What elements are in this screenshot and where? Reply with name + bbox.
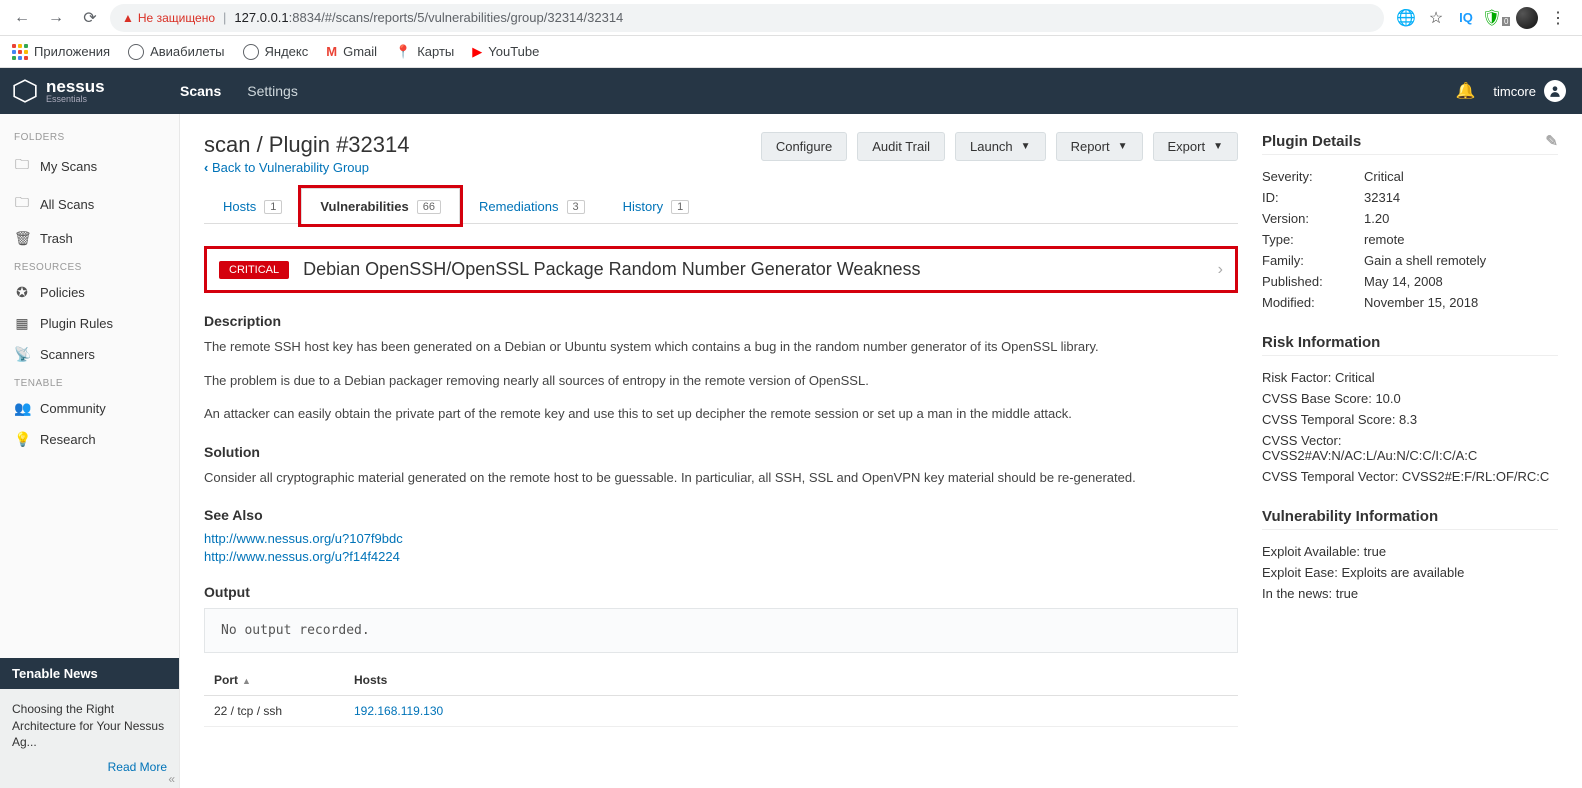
address-bar[interactable]: ▲Не защищено | 127.0.0.1:8834/#/scans/re… <box>110 4 1384 32</box>
user-icon <box>1544 80 1566 102</box>
launch-button[interactable]: Launch▼ <box>955 132 1046 161</box>
sidebar-collapse-icon[interactable]: « <box>168 772 175 786</box>
chevron-down-icon: ▼ <box>1213 141 1223 152</box>
bookmark-gmail[interactable]: MGmail <box>326 44 377 59</box>
tab-vulnerabilities[interactable]: Vulnerabilities66 <box>301 188 460 224</box>
sidebar-item-all-scans[interactable]: 🗀All Scans <box>0 185 179 223</box>
news-read-more[interactable]: Read More <box>12 759 167 776</box>
back-link[interactable]: Back to Vulnerability Group <box>204 160 410 175</box>
sidebar-heading-folders: FOLDERS <box>0 124 179 147</box>
in-the-news: In the news: true <box>1262 586 1558 601</box>
bookmark-avia[interactable]: Авиабилеты <box>128 44 224 60</box>
radar-icon: 📡 <box>14 346 30 363</box>
profile-avatar[interactable] <box>1516 7 1538 29</box>
bookmark-youtube[interactable]: ▶YouTube <box>472 44 539 60</box>
tabs: Hosts1 Vulnerabilities66 Remediations3 H… <box>204 187 1238 224</box>
trash-icon: 🗑 <box>14 230 30 247</box>
sidebar-heading-resources: RESOURCES <box>0 254 179 277</box>
output-box: No output recorded. <box>204 608 1238 653</box>
news-header: Tenable News <box>0 658 179 689</box>
tab-remediations[interactable]: Remediations3 <box>460 188 604 224</box>
output-heading: Output <box>204 584 1238 600</box>
solution-heading: Solution <box>204 444 1238 460</box>
chevron-down-icon: ▼ <box>1118 141 1128 152</box>
bookmarks-bar: Приложения Авиабилеты Яндекс MGmail 📍Кар… <box>0 36 1582 68</box>
sidebar-heading-tenable: TENABLE <box>0 370 179 393</box>
star-icon[interactable]: ☆ <box>1426 8 1446 28</box>
lightbulb-icon: 💡 <box>14 431 30 448</box>
browser-toolbar: ← → ⟳ ▲Не защищено | 127.0.0.1:8834/#/sc… <box>0 0 1582 36</box>
sidebar-item-policies[interactable]: ✪Policies <box>0 277 179 308</box>
vulnerability-header[interactable]: CRITICAL Debian OpenSSH/OpenSSL Package … <box>204 246 1238 293</box>
extension-shield-icon[interactable]: 🛡0 <box>1486 8 1506 28</box>
edit-icon[interactable]: ✎ <box>1545 132 1558 150</box>
cvss-vector: CVSS Vector: CVSS2#AV:N/AC:L/Au:N/C:C/I:… <box>1262 433 1558 463</box>
col-port[interactable]: Port▲ <box>204 665 344 696</box>
bookmark-apps[interactable]: Приложения <box>12 44 110 60</box>
seealso-link-1[interactable]: http://www.nessus.org/u?107f9bdc <box>204 531 1238 546</box>
chevron-down-icon: ▼ <box>1021 141 1031 152</box>
vuln-info-heading: Vulnerability Information <box>1262 508 1558 530</box>
sidebar-item-my-scans[interactable]: 🗀My Scans <box>0 147 179 185</box>
sidebar-item-scanners[interactable]: 📡Scanners <box>0 339 179 370</box>
report-button[interactable]: Report▼ <box>1056 132 1143 161</box>
plugin-details-heading: Plugin Details✎ <box>1262 132 1558 155</box>
people-icon: 👥 <box>14 400 30 417</box>
reload-icon[interactable]: ⟳ <box>76 4 104 32</box>
translate-icon[interactable]: 🌐 <box>1396 8 1416 28</box>
vulnerability-title: Debian OpenSSH/OpenSSL Package Random Nu… <box>303 259 1204 280</box>
page-title: scan / Plugin #32314 <box>204 132 410 158</box>
output-table: Port▲ Hosts 22 / tcp / ssh 192.168.119.1… <box>204 665 1238 727</box>
bookmark-maps[interactable]: 📍Карты <box>395 44 454 60</box>
extension-iq-icon[interactable]: IQ <box>1456 8 1476 28</box>
seealso-link-2[interactable]: http://www.nessus.org/u?f14f4224 <box>204 549 1238 564</box>
back-icon[interactable]: ← <box>8 4 36 32</box>
cvss-base: CVSS Base Score: 10.0 <box>1262 391 1558 406</box>
forward-icon[interactable]: → <box>42 4 70 32</box>
logo[interactable]: nessusEssentials <box>12 78 180 104</box>
configure-button[interactable]: Configure <box>761 132 847 161</box>
severity-badge: CRITICAL <box>219 261 289 279</box>
sidebar-item-community[interactable]: 👥Community <box>0 393 179 424</box>
exploit-available: Exploit Available: true <box>1262 544 1558 559</box>
sidebar-item-trash[interactable]: 🗑Trash <box>0 223 179 254</box>
seealso-heading: See Also <box>204 507 1238 523</box>
plugin-icon: ▦ <box>14 315 30 332</box>
host-link[interactable]: 192.168.119.130 <box>344 696 1238 727</box>
col-hosts[interactable]: Hosts <box>344 665 1238 696</box>
tab-hosts[interactable]: Hosts1 <box>204 188 301 224</box>
folder-icon: 🗀 <box>14 192 30 216</box>
url-text: 127.0.0.1:8834/#/scans/reports/5/vulnera… <box>234 10 623 25</box>
folder-icon: 🗀 <box>14 154 30 178</box>
chevron-right-icon: › <box>1218 261 1223 279</box>
nav-settings[interactable]: Settings <box>247 83 298 99</box>
table-row: 22 / tcp / ssh 192.168.119.130 <box>204 696 1238 727</box>
sidebar-item-research[interactable]: 💡Research <box>0 424 179 455</box>
tab-history[interactable]: History1 <box>604 188 709 224</box>
exploit-ease: Exploit Ease: Exploits are available <box>1262 565 1558 580</box>
kebab-menu-icon[interactable]: ⋮ <box>1548 8 1568 28</box>
not-secure-warning: ▲Не защищено <box>122 11 215 25</box>
bell-icon[interactable]: 🔔 <box>1455 81 1475 101</box>
description-text: The remote SSH host key has been generat… <box>204 337 1238 424</box>
logo-icon <box>12 78 38 104</box>
sidebar-item-plugin-rules[interactable]: ▦Plugin Rules <box>0 308 179 339</box>
audit-trail-button[interactable]: Audit Trail <box>857 132 945 161</box>
export-button[interactable]: Export▼ <box>1153 132 1238 161</box>
nav-scans[interactable]: Scans <box>180 83 221 99</box>
app-topbar: nessusEssentials Scans Settings 🔔 timcor… <box>0 68 1582 114</box>
risk-factor: Risk Factor: Critical <box>1262 370 1558 385</box>
sort-icon: ▲ <box>242 676 251 686</box>
bookmark-yandex[interactable]: Яндекс <box>243 44 309 60</box>
solution-text: Consider all cryptographic material gene… <box>204 468 1238 488</box>
cvss-temporal-vector: CVSS Temporal Vector: CVSS2#E:F/RL:OF/RC… <box>1262 469 1558 484</box>
news-body: Choosing the Right Architecture for Your… <box>0 689 179 788</box>
cvss-temporal: CVSS Temporal Score: 8.3 <box>1262 412 1558 427</box>
shield-icon: ✪ <box>14 284 30 301</box>
sidebar: FOLDERS 🗀My Scans 🗀All Scans 🗑Trash RESO… <box>0 114 180 788</box>
risk-info-heading: Risk Information <box>1262 334 1558 356</box>
user-menu[interactable]: timcore <box>1493 80 1566 102</box>
description-heading: Description <box>204 313 1238 329</box>
port-cell: 22 / tcp / ssh <box>204 696 344 727</box>
